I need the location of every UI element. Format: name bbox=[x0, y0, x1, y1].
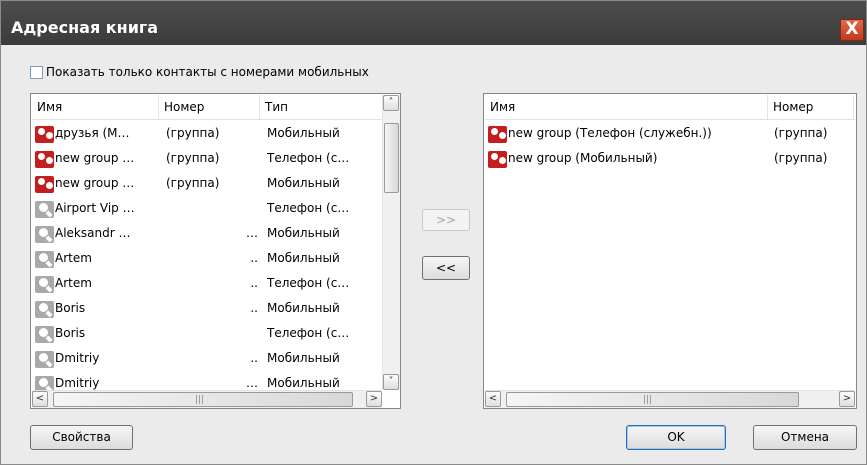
contact-number: (группа) bbox=[166, 126, 220, 140]
scroll-right-button[interactable]: > bbox=[839, 391, 855, 407]
column-header-name[interactable]: Имя bbox=[485, 95, 768, 119]
contact-type: Мобильный bbox=[267, 176, 340, 190]
arrow-right-icon: > bbox=[842, 393, 852, 404]
contact-row[interactable]: Dmitriy.. Мобильный bbox=[32, 346, 381, 371]
contact-number: (группа) bbox=[166, 176, 220, 190]
contact-type: Телефон (с… bbox=[267, 201, 350, 215]
scroll-grip: ||| bbox=[195, 395, 205, 405]
contact-row[interactable]: new group … (группа) Мобильный bbox=[32, 171, 381, 196]
selected-number: (группа) bbox=[774, 126, 828, 140]
scroll-up-button[interactable]: ˄ bbox=[383, 95, 399, 111]
contact-name: Artem bbox=[55, 251, 92, 265]
column-header-type[interactable]: Тип bbox=[260, 95, 380, 119]
arrow-left-icon: < bbox=[35, 393, 45, 404]
contact-type: Мобильный bbox=[267, 301, 340, 315]
contact-name: Dmitriy bbox=[55, 351, 100, 365]
arrow-down-icon: ˅ bbox=[388, 376, 394, 387]
contact-number: .. bbox=[250, 351, 258, 365]
properties-button[interactable]: Свойства bbox=[30, 425, 133, 450]
contact-name: Artem bbox=[55, 276, 92, 290]
contact-name: Boris bbox=[55, 301, 86, 315]
group-icon bbox=[35, 126, 54, 143]
contact-name: new group … bbox=[55, 151, 135, 165]
selected-list-header: Имя Номер bbox=[485, 95, 855, 120]
mobile-only-filter[interactable]: Показать только контакты с номерами моби… bbox=[30, 65, 369, 79]
group-icon bbox=[35, 151, 54, 168]
title-bar: Адресная книга X bbox=[1, 1, 866, 45]
remove-selected-button[interactable]: << bbox=[422, 256, 470, 280]
group-icon bbox=[35, 176, 54, 193]
close-button[interactable]: X bbox=[840, 19, 864, 41]
ok-button[interactable]: OK bbox=[626, 425, 726, 450]
contact-number: .. bbox=[250, 276, 258, 290]
scroll-left-button[interactable]: < bbox=[32, 391, 48, 407]
scroll-grip: ||| bbox=[643, 395, 653, 405]
contacts-vertical-scrollbar[interactable]: ˄ ˅ bbox=[382, 95, 400, 390]
contact-type: Мобильный bbox=[267, 126, 340, 140]
mobile-only-checkbox[interactable] bbox=[30, 65, 43, 79]
arrow-right-icon: > bbox=[369, 393, 379, 404]
scroll-right-button[interactable]: > bbox=[366, 391, 382, 407]
group-icon bbox=[488, 126, 507, 143]
contacts-list-header: Имя Номер Тип bbox=[32, 95, 382, 120]
column-header-name[interactable]: Имя bbox=[32, 95, 159, 119]
selected-contacts-list[interactable]: Имя Номер new group (Телефон (служебн.))… bbox=[483, 93, 857, 409]
contact-icon bbox=[35, 301, 54, 318]
contact-name: Boris bbox=[55, 326, 86, 340]
arrow-left-icon: < bbox=[488, 393, 498, 404]
contacts-list[interactable]: Имя Номер Тип друзья (М… (группа) Мобильны… bbox=[30, 93, 401, 409]
contact-row[interactable]: Airport Vip … Телефон (с… bbox=[32, 196, 381, 221]
scroll-left-button[interactable]: < bbox=[485, 391, 501, 407]
contact-number: (группа) bbox=[166, 151, 220, 165]
contact-icon bbox=[35, 351, 54, 368]
contact-type: Телефон (с… bbox=[267, 151, 350, 165]
horizontal-scroll-thumb[interactable]: ||| bbox=[506, 392, 799, 407]
contact-row[interactable]: Artem.. Телефон (с… bbox=[32, 271, 381, 296]
mobile-only-label: Показать только контакты с номерами моби… bbox=[46, 65, 369, 79]
contact-icon bbox=[35, 251, 54, 268]
contact-name: Airport Vip … bbox=[55, 201, 135, 215]
contact-type: Мобильный bbox=[267, 226, 340, 240]
selected-row[interactable]: new group (Телефон (служебн.)) (группа) bbox=[485, 121, 855, 146]
selected-name: new group (Телефон (служебн.)) bbox=[508, 126, 712, 140]
contact-row[interactable]: Boris Телефон (с… bbox=[32, 321, 381, 346]
contact-icon bbox=[35, 326, 54, 343]
selected-row[interactable]: new group (Мобильный) (группа) bbox=[485, 146, 855, 171]
contact-row[interactable]: Aleksandr … … Мобильный bbox=[32, 221, 381, 246]
contact-row[interactable]: друзья (М… (группа) Мобильный bbox=[32, 121, 381, 146]
contact-name: друзья (М… bbox=[55, 126, 130, 140]
contact-icon bbox=[35, 201, 54, 218]
contact-number: .. bbox=[250, 251, 258, 265]
contact-name: Aleksandr … bbox=[55, 226, 131, 240]
contact-name: new group … bbox=[55, 176, 135, 190]
contact-row[interactable]: Artem.. Мобильный bbox=[32, 246, 381, 271]
cancel-button[interactable]: Отмена bbox=[753, 425, 857, 450]
vertical-scroll-thumb[interactable] bbox=[384, 123, 399, 193]
address-book-dialog: Адресная книга X Показать только контакт… bbox=[0, 0, 867, 465]
contact-type: Телефон (с… bbox=[267, 326, 350, 340]
dialog-title: Адресная книга bbox=[11, 18, 159, 37]
column-header-number[interactable]: Номер bbox=[768, 95, 854, 119]
selected-horizontal-scrollbar[interactable]: < ||| > bbox=[485, 390, 855, 408]
contact-number: … bbox=[246, 226, 258, 240]
contact-row[interactable]: new group … (группа) Телефон (с… bbox=[32, 146, 381, 171]
contact-type: Мобильный bbox=[267, 251, 340, 265]
contact-type: Мобильный bbox=[267, 351, 340, 365]
contact-number: .. bbox=[250, 301, 258, 315]
close-icon: X bbox=[845, 19, 859, 39]
contact-icon bbox=[35, 276, 54, 293]
arrow-up-icon: ˄ bbox=[388, 97, 394, 108]
contact-row[interactable]: Boris.. Мобильный bbox=[32, 296, 381, 321]
contact-icon bbox=[35, 226, 54, 243]
column-header-number[interactable]: Номер bbox=[159, 95, 260, 119]
selected-number: (группа) bbox=[774, 151, 828, 165]
horizontal-scroll-thumb[interactable]: ||| bbox=[53, 392, 353, 407]
group-icon bbox=[488, 151, 507, 168]
scroll-down-button[interactable]: ˅ bbox=[383, 374, 399, 390]
selected-name: new group (Мобильный) bbox=[508, 151, 658, 165]
contacts-horizontal-scrollbar[interactable]: < ||| > bbox=[32, 390, 382, 408]
contact-type: Телефон (с… bbox=[267, 276, 350, 290]
add-selected-button[interactable]: >> bbox=[422, 209, 470, 231]
